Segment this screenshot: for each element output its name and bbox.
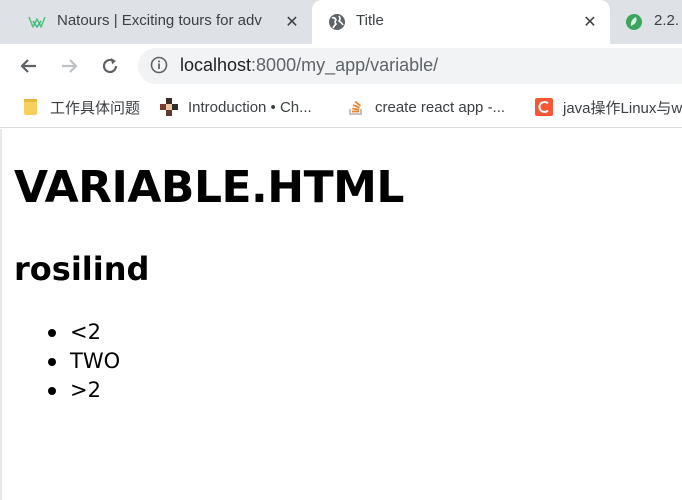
bookmark-label: create react app -... [375, 98, 506, 116]
bookmark-item[interactable]: create react app -... [347, 96, 505, 118]
page-content: VARIABLE.HTML rosilind <2 TWO >2 [0, 129, 682, 500]
globe-icon [328, 13, 346, 31]
tab-title-active[interactable]: Title ✕ [312, 0, 610, 44]
stackoverflow-icon [347, 98, 365, 116]
list-item: <2 [48, 318, 120, 347]
tab-natours[interactable]: Natours | Exciting tours for adv ✕ [0, 0, 312, 44]
list-item-text: TWO [70, 349, 121, 373]
bookmark-label: java操作Linux与w [563, 99, 682, 117]
tab-docs[interactable]: 2.2. [612, 0, 682, 44]
tab-strip: Natours | Exciting tours for adv ✕ Title… [0, 0, 682, 44]
url-path: :8000/my_app/variable/ [251, 55, 439, 75]
page-title: VARIABLE.HTML [14, 162, 404, 213]
forward-arrow-icon[interactable] [55, 52, 83, 80]
tab-title: Title [356, 12, 384, 29]
bookmark-label: Introduction • Ch... [188, 98, 312, 116]
bullet-icon [48, 358, 56, 366]
green-leaf-icon [625, 13, 643, 31]
info-icon[interactable] [150, 56, 168, 74]
bookmark-item[interactable]: java操作Linux与w [535, 96, 682, 118]
page-subtitle: rosilind [14, 250, 150, 288]
url-text[interactable]: localhost:8000/my_app/variable/ [180, 55, 438, 76]
list-item: TWO [48, 347, 120, 376]
pixel-grid-icon [160, 98, 178, 116]
tab-title: 2.2. [654, 12, 680, 29]
close-icon[interactable]: ✕ [281, 10, 303, 32]
list-item: >2 [48, 376, 120, 405]
natours-logo-icon [28, 13, 46, 31]
bookmark-label: 工作具体问题 [50, 99, 141, 117]
folder-icon [22, 98, 40, 116]
bookmark-item[interactable]: Introduction • Ch... [160, 96, 312, 118]
tab-title: Natours | Exciting tours for adv [57, 12, 262, 29]
list-item-text: <2 [70, 320, 101, 344]
bookmark-item[interactable]: 工作具体问题 [22, 96, 140, 118]
url-host: localhost [180, 55, 252, 75]
close-icon[interactable]: ✕ [579, 10, 601, 32]
back-arrow-icon[interactable] [15, 52, 43, 80]
bullet-icon [48, 329, 56, 337]
item-list: <2 TWO >2 [48, 318, 120, 405]
bullet-icon [48, 387, 56, 395]
reload-icon[interactable] [96, 52, 124, 80]
list-item-text: >2 [70, 378, 101, 402]
bookmarks-bar: 工作具体问题 Introduction • Ch... create react… [0, 88, 682, 128]
csdn-c-icon [535, 98, 553, 116]
